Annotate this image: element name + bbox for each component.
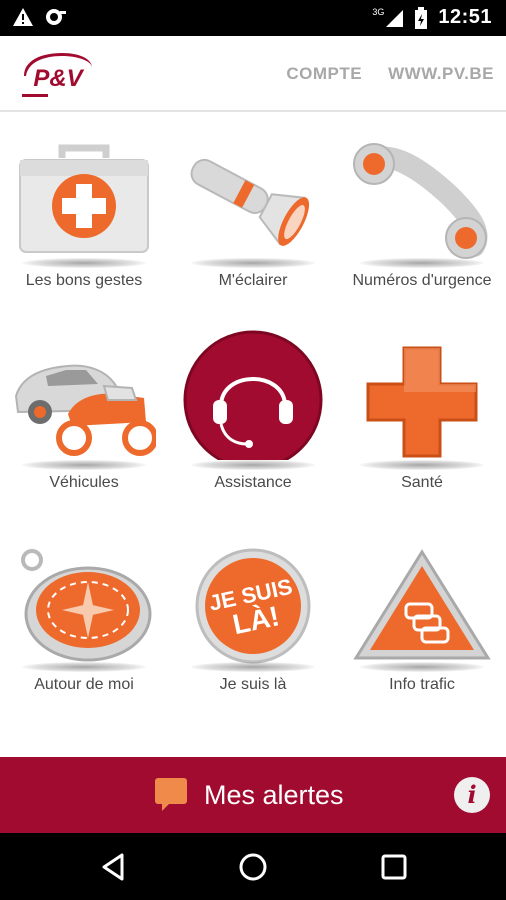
account-link[interactable]: COMPTE — [286, 64, 362, 84]
back-icon[interactable] — [98, 851, 130, 883]
tile-les-bons-gestes[interactable]: Les bons gestes — [0, 112, 168, 312]
battery-icon — [415, 6, 428, 29]
warning-icon — [13, 8, 33, 26]
tile-label: Assistance — [214, 474, 292, 491]
clock: 12:51 — [438, 6, 492, 28]
logo-text: P&V — [33, 65, 84, 92]
tile-label: Véhicules — [49, 474, 119, 491]
tile-label: Info trafic — [389, 676, 455, 693]
phone-handset-icon — [353, 143, 488, 259]
tile-shadow — [360, 662, 484, 672]
tile-shadow — [22, 662, 146, 672]
first-aid-kit-icon — [19, 144, 149, 253]
network-type: 3G — [372, 6, 385, 17]
menu-grid: Les bons gestes M'éclairer Numéros d'urg… — [0, 112, 506, 757]
traffic-warning-icon — [353, 549, 491, 660]
tile-shadow — [360, 460, 484, 470]
tile-sante[interactable]: Santé — [338, 314, 506, 514]
tile-vehicules[interactable]: Véhicules — [0, 314, 168, 514]
tile-je-suis-la[interactable]: JE SUIS LÀ! Je suis là — [169, 516, 337, 716]
tile-label: Je suis là — [219, 676, 287, 693]
home-icon[interactable] — [237, 851, 269, 883]
tile-shadow — [360, 258, 484, 268]
pv-logo[interactable]: P&V — [18, 50, 98, 100]
alerts-title: Mes alertes — [204, 779, 344, 810]
headset-icon — [183, 330, 323, 460]
app-header: P&V COMPTE WWW.PV.BE — [0, 36, 506, 112]
speech-bubble-icon — [155, 778, 187, 811]
tile-shadow — [191, 258, 315, 268]
sync-icon — [46, 9, 66, 25]
info-button[interactable]: i — [454, 777, 490, 813]
tile-info-trafic[interactable]: Info trafic — [338, 516, 506, 716]
recents-icon[interactable] — [378, 851, 410, 883]
signal-icon — [386, 9, 404, 27]
tile-shadow — [191, 460, 315, 470]
tile-numeros-urgence[interactable]: Numéros d'urgence — [338, 112, 506, 312]
status-bar: 3G 12:51 — [0, 0, 506, 36]
red-cross-icon — [366, 346, 478, 458]
alerts-bar[interactable]: Mes alertes i — [0, 757, 506, 833]
tile-shadow — [191, 662, 315, 672]
header-nav: COMPTE WWW.PV.BE — [286, 64, 494, 84]
je-suis-la-badge-icon: JE SUIS LÀ! — [195, 548, 311, 664]
tile-label: Numéros d'urgence — [352, 272, 492, 289]
tile-assistance[interactable]: Assistance — [169, 314, 337, 514]
car-motorcycle-icon — [14, 364, 156, 456]
compass-icon — [21, 549, 152, 662]
alerts-button[interactable]: Mes alertes — [154, 777, 344, 813]
tile-label: Autour de moi — [34, 676, 134, 693]
tile-shadow — [22, 460, 146, 470]
tile-autour-de-moi[interactable]: Autour de moi — [0, 516, 168, 716]
tile-label: Les bons gestes — [25, 272, 143, 289]
tile-label: M'éclairer — [218, 272, 288, 289]
tile-label: Santé — [401, 474, 443, 491]
tile-m-eclairer[interactable]: M'éclairer — [169, 112, 337, 312]
system-nav-bar — [0, 833, 506, 900]
website-link[interactable]: WWW.PV.BE — [388, 64, 494, 84]
tile-shadow — [22, 258, 146, 268]
flashlight-icon — [190, 158, 310, 246]
